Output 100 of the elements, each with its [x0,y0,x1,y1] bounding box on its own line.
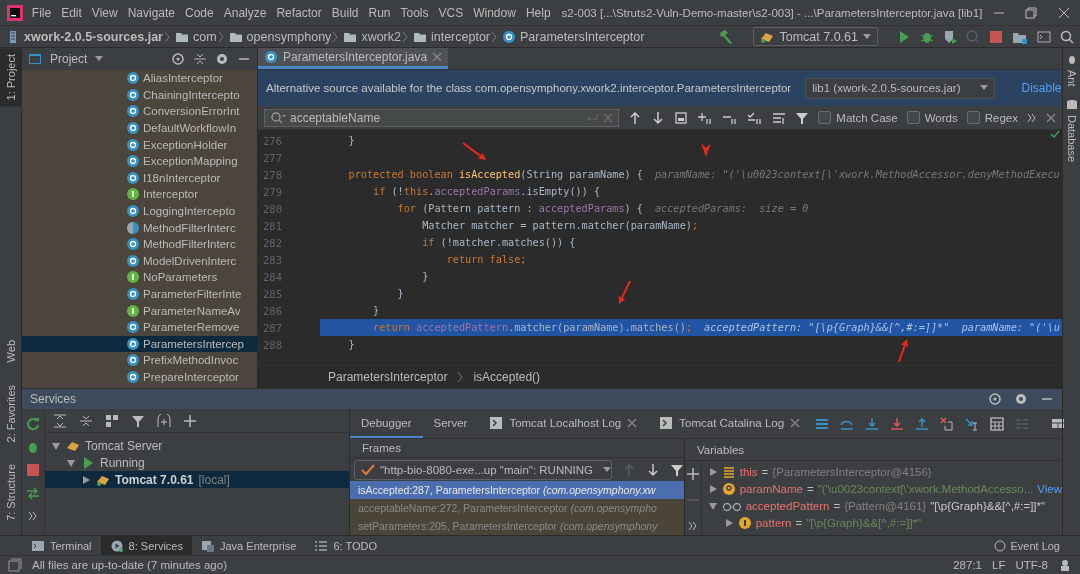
restore-icon[interactable] [1025,6,1038,19]
expand-all-icon[interactable] [53,413,67,428]
add-occurrence-icon[interactable] [697,110,714,125]
tree-item[interactable]: LoggingIntercepto [143,205,236,218]
locate-icon[interactable] [171,52,185,66]
event-log-button[interactable]: Event Log [994,536,1080,555]
search-option-checkbox[interactable]: Match Case [818,111,898,124]
add-icon[interactable] [685,467,700,481]
tool-window-tab[interactable]: Terminal [22,536,101,555]
breadcrumb-item[interactable]: ParametersInterceptor [520,29,645,44]
tree-item[interactable]: MethodFilterInterc [143,221,236,234]
step-into-icon[interactable] [865,416,880,431]
tree-item[interactable]: ModelDrivenInterc [143,254,237,267]
run-to-cursor-icon[interactable] [965,416,980,431]
tree-item[interactable]: ParameterNameAv [143,304,241,317]
tree-item[interactable]: ParameterFilterInte [143,288,242,300]
expand-arrow-icon[interactable] [51,440,61,451]
add-service-icon[interactable] [157,413,171,428]
menu-item[interactable]: Analyze [218,5,272,20]
arrow-down-icon[interactable] [646,462,660,477]
menu-item[interactable]: Run [363,5,396,20]
tree-item[interactable]: I18nInterceptor [143,171,221,184]
close-icon[interactable] [790,417,801,428]
step-out-icon[interactable] [915,416,930,431]
tree-item[interactable]: ConversionErrorInt [143,105,240,118]
calculator-icon[interactable] [990,416,1005,431]
lines-icon[interactable] [815,416,830,431]
debugger-tab[interactable]: Tomcat Catalina Log [648,409,812,438]
filter-icon[interactable] [670,462,684,477]
breadcrumb-item[interactable]: opensymphony [246,29,332,44]
tool-window-tab[interactable]: Database [1065,98,1078,162]
tree-item[interactable]: NoParameters [143,271,218,284]
more-icon[interactable] [28,509,38,523]
rerun-icon[interactable] [26,417,40,431]
breadcrumb-item[interactable]: xwork2 [361,29,401,44]
locate-icon[interactable] [988,392,1002,406]
tree-item[interactable]: PrefixMethodInvoc [143,354,239,367]
tree-item[interactable]: PrepareInterceptor [143,371,239,383]
tool-window-tab[interactable]: 7: Structure [0,458,21,527]
tree-item[interactable]: Interceptor [143,188,198,201]
breadcrumb-item[interactable]: xwork-2.0.5-sources.jar [24,29,163,44]
breadcrumb-item[interactable]: ParametersInterceptor [328,370,448,384]
tool-window-tab[interactable]: 1: Project [0,48,21,107]
menu-item[interactable]: Help [520,5,556,20]
tool-window-tab[interactable]: 6: TODO [305,536,387,555]
tree-item[interactable]: ExceptionMapping [143,155,238,168]
tool-window-tab[interactable]: Ant [1065,54,1078,87]
add-icon[interactable] [183,413,197,428]
collapse-all-icon[interactable] [193,52,207,66]
menu-item[interactable]: Build [326,5,364,20]
debugger-tab[interactable]: Server [422,409,479,438]
filter-lines-icon[interactable] [772,110,787,125]
search-option-checkbox[interactable]: Regex [966,111,1018,124]
inspector-icon[interactable] [1058,558,1072,572]
expand-arrow-icon[interactable] [707,500,718,511]
more-icon[interactable] [687,519,698,533]
select-occurrences-icon[interactable] [747,110,764,125]
run-configuration-dropdown[interactable]: Tomcat 7.0.61 [753,27,878,46]
arrow-down-icon[interactable] [651,110,666,125]
menu-item[interactable]: View [86,5,123,20]
menu-item[interactable]: Refactor [271,5,327,20]
debugger-tab[interactable]: Debugger [350,409,423,438]
filter-icon[interactable] [795,110,810,125]
drop-frame-icon[interactable] [940,416,955,431]
group-icon[interactable] [105,413,119,428]
coverage-icon[interactable] [943,29,957,44]
caret-position[interactable]: 287:1 [953,559,982,571]
tool-window-tab[interactable]: Java Enterprise [192,536,306,555]
search-option-checkbox[interactable]: Words [906,111,958,124]
editor-tab[interactable]: ParametersInterceptor.java [258,48,449,69]
menu-item[interactable]: VCS [433,5,469,20]
breadcrumb-item[interactable]: interceptor [430,29,491,44]
tree-item[interactable]: DefaultWorkflowIn [143,122,237,135]
settings-icon[interactable] [215,52,229,66]
expand-arrow-icon[interactable] [707,483,718,494]
deploy-icon[interactable] [26,486,40,500]
run-icon[interactable] [897,29,911,44]
search-input[interactable]: acceptableName [290,110,582,125]
close-icon[interactable] [1046,112,1056,123]
breadcrumb-item[interactable]: com [192,29,217,44]
tree-item[interactable]: MethodFilterInterc [143,238,236,251]
menu-item[interactable]: Code [180,5,219,20]
expand-arrow-icon[interactable] [723,517,734,528]
close-icon[interactable] [1057,6,1070,19]
search-icon[interactable] [1060,29,1074,44]
tree-item[interactable]: AliasInterceptor [143,72,223,85]
stop-icon[interactable] [26,463,40,477]
disable-link[interactable]: Disable [1021,81,1062,95]
select-all-icon[interactable] [674,110,689,125]
file-encoding[interactable]: UTF-8 [1015,559,1048,571]
hammer-icon[interactable] [718,28,735,45]
tree-item[interactable]: ParameterRemove [143,321,240,334]
settings-icon[interactable] [1014,392,1028,406]
menu-item[interactable]: File [26,5,57,20]
tool-window-tab[interactable]: Web [0,334,21,369]
thread-dropdown[interactable]: "http-bio-8080-exe...up "main": RUNNING [354,459,612,480]
menu-item[interactable]: Edit [56,5,87,20]
tree-item[interactable]: ChainingIntercepto [143,88,240,101]
layout-icon[interactable] [1051,416,1066,431]
filter-icon[interactable] [131,413,145,428]
